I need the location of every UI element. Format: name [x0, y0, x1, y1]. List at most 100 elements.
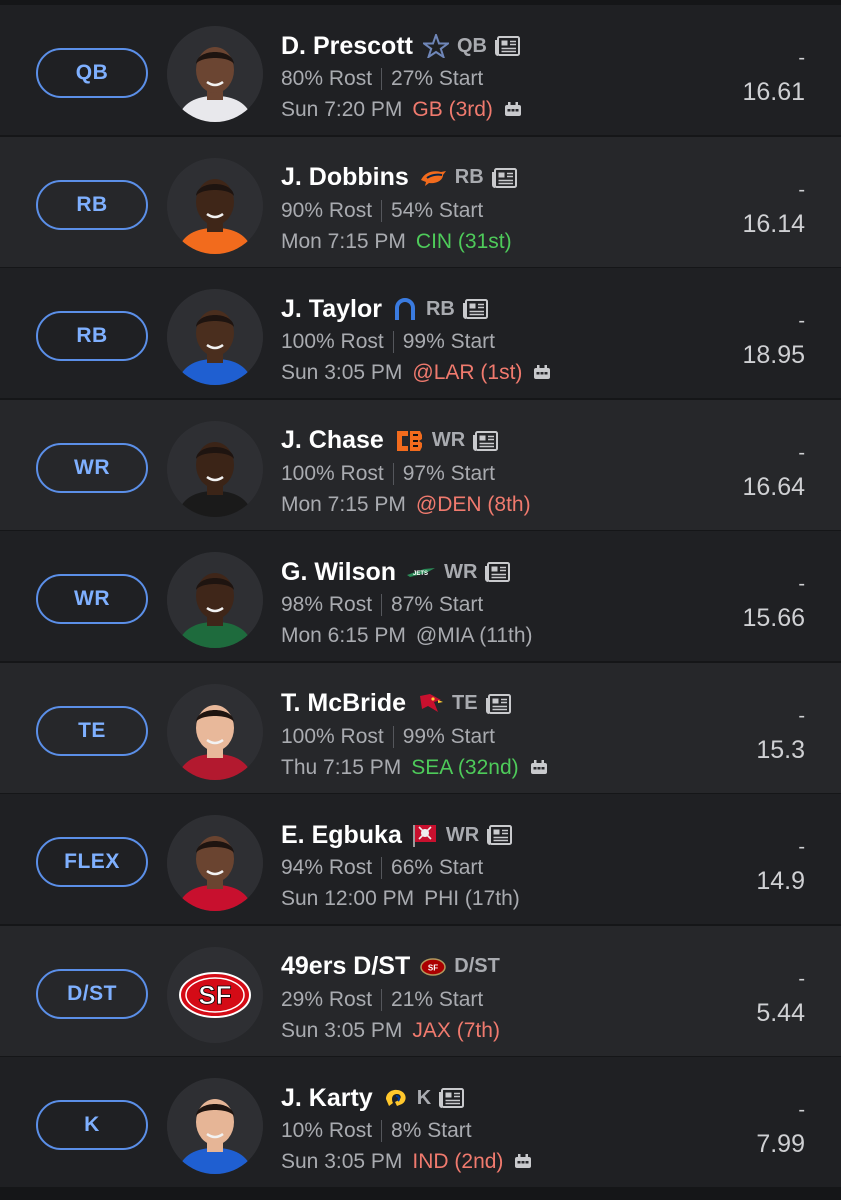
game-detail-icon[interactable]: [532, 364, 552, 382]
roster-row[interactable]: D/ST SF 49ers D/ST SF D/ST 29% Rost 21% Start S…: [0, 925, 841, 1056]
player-position: RB: [425, 297, 455, 320]
game-info-line: Mon 7:15 PM @DEN (8th): [281, 493, 531, 517]
news-icon[interactable]: [485, 561, 511, 583]
opponent-link[interactable]: PHI (17th): [424, 887, 520, 911]
opponent-link[interactable]: GB (3rd): [412, 98, 493, 122]
player-name-line: G. Wilson JETS WR: [281, 555, 511, 589]
rostered-pct: 10% Rost: [281, 1119, 373, 1142]
started-pct: 21% Start: [391, 987, 484, 1011]
ownership-line: 100% Rost 99% Start: [281, 725, 495, 749]
cowboys-star-icon: [422, 34, 449, 58]
game-info-line: Sun 3:05 PM JAX (7th): [281, 1019, 500, 1043]
roster-list: QB D. Prescott QB 80% Rost 27% Start Sun 7:20…: [0, 0, 841, 1200]
opponent-link[interactable]: @MIA (11th): [416, 624, 533, 648]
player-avatar[interactable]: [167, 420, 263, 517]
team-logo-avatar[interactable]: SF: [167, 946, 263, 1043]
player-avatar[interactable]: [167, 289, 263, 385]
game-detail-icon[interactable]: [513, 1153, 533, 1171]
slot-button[interactable]: RB: [36, 179, 148, 230]
news-icon[interactable]: [485, 693, 512, 715]
roster-row[interactable]: K J. Karty K 10% Rost 8% Start Sun 3:05 PM IND…: [0, 1057, 841, 1187]
game-info-line: Mon 6:15 PM @MIA (11th): [281, 624, 533, 648]
opponent-link[interactable]: JAX (7th): [412, 1019, 500, 1043]
game-info-line: Thu 7:15 PM SEA (32nd): [281, 756, 549, 780]
svg-text:SF: SF: [428, 963, 438, 972]
opponent-link[interactable]: SEA (32nd): [411, 756, 518, 780]
divider: [381, 199, 383, 222]
slot-button[interactable]: D/ST: [36, 968, 148, 1019]
player-name-link[interactable]: J. Taylor: [281, 295, 382, 324]
roster-row[interactable]: WR G. Wilson JETS WR 98% Rost 87% Start Mon 6:…: [0, 531, 841, 661]
game-time: Mon 7:15 PM: [281, 492, 406, 516]
slot-button[interactable]: QB: [36, 48, 148, 98]
roster-row[interactable]: TE T. McBride TE 100% Rost 99% Start Thu 7:15…: [0, 662, 841, 793]
player-name-link[interactable]: G. Wilson: [281, 558, 396, 587]
player-avatar[interactable]: [167, 552, 263, 648]
player-position: D/ST: [454, 955, 500, 977]
player-avatar[interactable]: [167, 26, 263, 122]
projected-points: 14.9: [756, 867, 805, 895]
slot-button[interactable]: TE: [36, 705, 148, 756]
player-name-line: 49ers D/ST SF D/ST: [281, 950, 508, 984]
roster-row[interactable]: QB D. Prescott QB 80% Rost 27% Start Sun 7:20…: [0, 5, 841, 135]
slot-button[interactable]: RB: [36, 311, 148, 361]
projected-points: 7.99: [756, 1130, 805, 1158]
roster-row[interactable]: RB J. Dobbins RB 90% Rost 54% Start Mon 7:15 …: [0, 136, 841, 267]
roster-row[interactable]: FLEX E. Egbuka WR 94% Rost 66% Start Sun 12:0…: [0, 794, 841, 924]
ownership-line: 10% Rost 8% Start: [281, 1119, 472, 1143]
actual-points: -: [798, 967, 805, 990]
game-time: Sun 3:05 PM: [281, 1018, 403, 1042]
opponent-link[interactable]: CIN (31st): [416, 230, 512, 254]
buccaneers-flag-icon: [412, 822, 438, 848]
actual-points: -: [798, 704, 805, 727]
slot-button[interactable]: FLEX: [36, 837, 148, 887]
svg-text:SF: SF: [198, 980, 231, 1010]
news-icon[interactable]: [487, 824, 513, 846]
started-pct: 8% Start: [391, 1119, 472, 1142]
player-name-link[interactable]: D. Prescott: [281, 32, 413, 61]
player-name-link[interactable]: T. McBride: [281, 689, 406, 718]
opponent-link[interactable]: IND (2nd): [412, 1150, 503, 1174]
game-info-line: Sun 3:05 PM @LAR (1st): [281, 361, 552, 385]
player-name-link[interactable]: 49ers D/ST: [281, 952, 410, 981]
news-icon[interactable]: [473, 430, 499, 452]
projected-points: 16.64: [742, 472, 805, 501]
game-detail-icon[interactable]: [529, 759, 549, 777]
news-icon[interactable]: [491, 167, 518, 189]
player-name-line: J. Karty K: [281, 1081, 465, 1115]
game-detail-icon[interactable]: [503, 101, 523, 119]
news-icon[interactable]: [439, 1087, 465, 1109]
player-name-link[interactable]: J. Chase: [281, 426, 384, 455]
rostered-pct: 100% Rost: [281, 461, 384, 485]
player-name-link[interactable]: J. Karty: [281, 1084, 373, 1113]
player-avatar[interactable]: [167, 1078, 263, 1174]
rostered-pct: 100% Rost: [281, 724, 384, 748]
player-name-link[interactable]: E. Egbuka: [281, 821, 402, 850]
game-time: Sun 3:05 PM: [281, 361, 403, 384]
colts-horseshoe-icon: [392, 296, 418, 322]
slot-button[interactable]: K: [36, 1100, 148, 1150]
divider: [381, 857, 383, 879]
game-time: Mon 7:15 PM: [281, 229, 406, 253]
player-name-link[interactable]: J. Dobbins: [281, 163, 409, 192]
actual-points: -: [798, 47, 805, 69]
ownership-line: 100% Rost 97% Start: [281, 462, 495, 486]
news-icon[interactable]: [462, 298, 489, 320]
player-name-line: E. Egbuka WR: [281, 818, 513, 852]
player-avatar[interactable]: [167, 683, 263, 780]
projected-points: 5.44: [756, 998, 805, 1027]
roster-row[interactable]: WR J. Chase WR 100% Rost 97% Start Mon 7:15 P…: [0, 399, 841, 530]
player-avatar[interactable]: [167, 157, 263, 254]
player-position: RB: [454, 166, 484, 188]
started-pct: 97% Start: [402, 461, 495, 485]
ownership-line: 100% Rost 99% Start: [281, 330, 495, 354]
started-pct: 54% Start: [391, 198, 484, 222]
slot-button[interactable]: WR: [36, 574, 148, 624]
roster-row[interactable]: RB J. Taylor RB 100% Rost 99% Start Sun 3:05 …: [0, 268, 841, 398]
opponent-link[interactable]: @DEN (8th): [416, 493, 531, 517]
player-avatar[interactable]: [167, 815, 263, 911]
slot-button[interactable]: WR: [36, 442, 148, 493]
opponent-link[interactable]: @LAR (1st): [412, 361, 522, 385]
news-icon[interactable]: [494, 35, 521, 57]
divider: [392, 331, 394, 353]
